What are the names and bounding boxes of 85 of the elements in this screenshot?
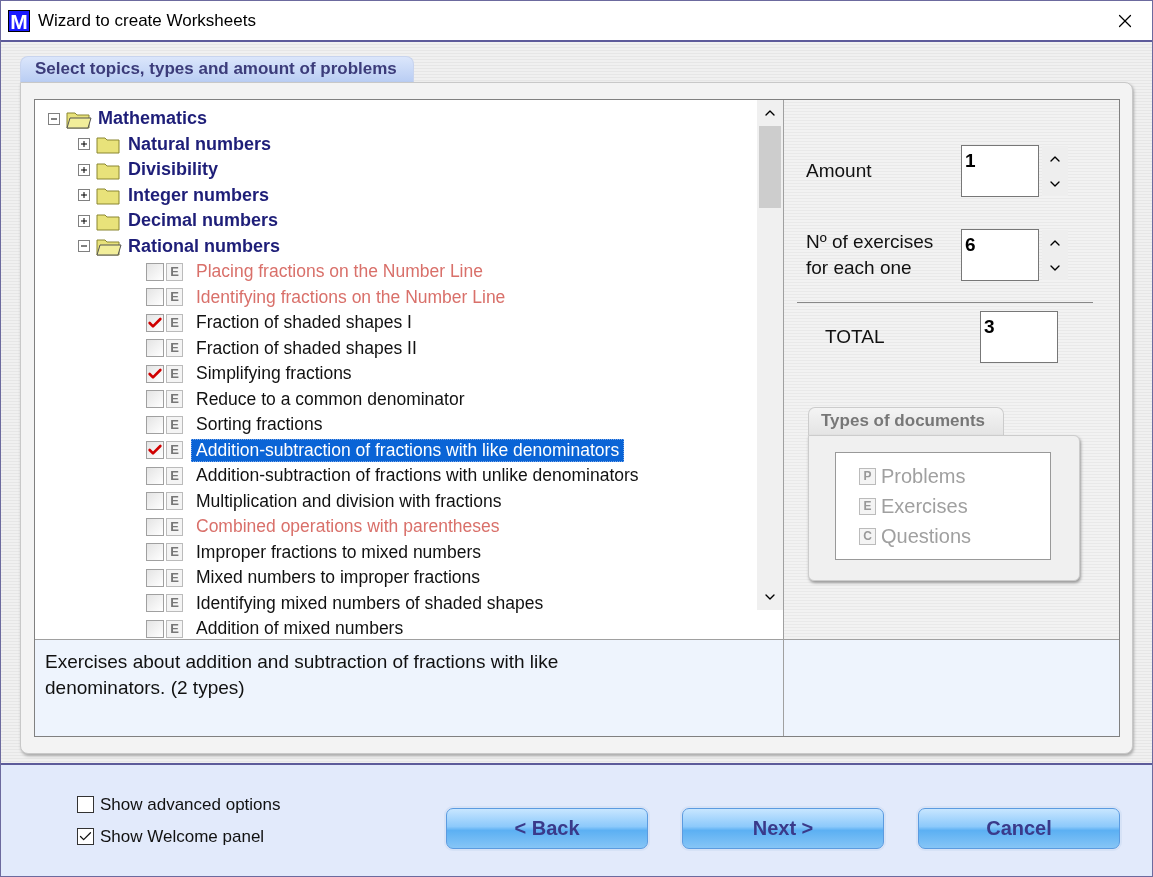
tree-item[interactable]: Simplifying fractions	[191, 362, 357, 386]
document-type-icon: C	[859, 527, 876, 545]
exercise-type-icon: E	[166, 517, 183, 536]
document-type-icon: E	[859, 497, 876, 515]
checkbox[interactable]	[146, 288, 164, 307]
amount-label: Amount	[805, 159, 873, 183]
checkbox[interactable]	[146, 543, 164, 562]
tree-folder[interactable]: Divisibility	[128, 159, 219, 181]
checkbox[interactable]	[146, 517, 164, 536]
document-type-label: Exercises	[881, 494, 968, 518]
checkbox[interactable]	[146, 364, 164, 383]
option-label: Show advanced options	[100, 794, 281, 815]
exercises-field[interactable]: 6	[961, 229, 1039, 281]
expand-icon[interactable]	[78, 138, 90, 151]
tree-item[interactable]: Reduce to a common denominator	[191, 387, 470, 411]
option-label: Show Welcome panel	[100, 826, 265, 847]
tree-folder[interactable]: Decimal numbers	[128, 210, 279, 232]
tree-item[interactable]: Fraction of shaded shapes II	[191, 336, 422, 360]
exercise-type-icon: E	[166, 466, 183, 485]
window-title: Wizard to create Worksheets	[38, 10, 257, 31]
checkbox[interactable]	[146, 594, 164, 613]
description-text: Exercises about addition and subtraction of fractions with like denominators. (2 types)	[35, 640, 784, 736]
tree-item[interactable]: Multiplication and division with fractions	[191, 489, 507, 513]
exercise-type-icon: E	[166, 568, 183, 587]
exercise-type-icon: E	[166, 492, 183, 511]
folder-icon	[96, 134, 122, 155]
tree-item[interactable]: Sorting fractions	[191, 413, 328, 437]
scrollbar[interactable]	[757, 100, 783, 610]
exercise-type-icon: E	[166, 441, 183, 460]
tree-folder[interactable]: Mathematics	[98, 108, 208, 130]
exercises-label: Nº of exercises for each one	[805, 230, 935, 280]
option-checkbox[interactable]: Show advanced options	[77, 794, 446, 815]
tree-item[interactable]: Mixed numbers to improper fractions	[191, 566, 485, 590]
exercise-type-icon: E	[166, 543, 183, 562]
exercise-type-icon: E	[166, 390, 183, 409]
panel-tab[interactable]: Select topics, types and amount of problems	[20, 56, 414, 82]
document-type-label: Questions	[881, 524, 972, 548]
wizard-button[interactable]: Cancel	[918, 808, 1120, 849]
exercise-type-icon: E	[166, 619, 183, 638]
collapse-icon[interactable]	[48, 112, 60, 125]
tree-folder[interactable]: Rational numbers	[128, 235, 281, 257]
tree-item[interactable]: Improper fractions to mixed numbers	[191, 540, 486, 564]
wizard-button[interactable]: < Back	[446, 808, 648, 849]
expand-icon[interactable]	[78, 163, 90, 176]
tree-item[interactable]: Addition-subtraction of fractions with like denominators	[191, 438, 625, 462]
exercise-type-icon: E	[166, 262, 183, 281]
open-folder-icon	[96, 236, 122, 257]
total-label: TOTAL	[824, 325, 886, 349]
checkbox[interactable]	[146, 339, 164, 358]
amount-field[interactable]: 1	[961, 145, 1039, 197]
folder-icon	[96, 185, 122, 206]
collapse-icon[interactable]	[78, 240, 90, 253]
checkbox[interactable]	[146, 390, 164, 409]
expand-icon[interactable]	[78, 189, 90, 202]
exercise-type-icon: E	[166, 594, 183, 613]
tree-item[interactable]: Fraction of shaded shapes I	[191, 311, 417, 335]
tree-folder[interactable]: Integer numbers	[128, 184, 270, 206]
scroll-thumb[interactable]	[759, 126, 781, 208]
checkbox[interactable]	[146, 619, 164, 638]
checkbox[interactable]	[146, 466, 164, 485]
document-type-label: Problems	[881, 464, 966, 488]
exercise-type-icon: E	[166, 288, 183, 307]
option-checkbox[interactable]: Show Welcome panel	[77, 826, 446, 847]
exercise-type-icon: E	[166, 364, 183, 383]
wizard-button[interactable]: Next >	[682, 808, 884, 849]
checkbox[interactable]	[146, 415, 164, 434]
expand-icon[interactable]	[78, 214, 90, 227]
app-icon: M	[8, 9, 30, 32]
tree-item[interactable]: Addition of mixed numbers	[191, 617, 409, 639]
exercise-type-icon: E	[166, 339, 183, 358]
exercise-type-icon: E	[166, 313, 183, 332]
checkbox[interactable]	[77, 828, 94, 845]
document-type-icon: P	[859, 467, 876, 485]
checkbox[interactable]	[146, 492, 164, 511]
tree-item[interactable]: Addition-subtraction of fractions with unlike denominators	[191, 464, 644, 488]
checkbox[interactable]	[77, 796, 94, 813]
checkbox[interactable]	[146, 313, 164, 332]
tree-folder[interactable]: Natural numbers	[128, 133, 272, 155]
checkbox[interactable]	[146, 568, 164, 587]
exercise-type-icon: E	[166, 415, 183, 434]
total-field: 3	[980, 311, 1058, 363]
group-title: Types of documents	[808, 407, 1005, 435]
checkbox[interactable]	[146, 441, 164, 460]
checkbox[interactable]	[146, 262, 164, 281]
tree-item[interactable]: Identifying mixed numbers of shaded shapes	[191, 591, 549, 615]
